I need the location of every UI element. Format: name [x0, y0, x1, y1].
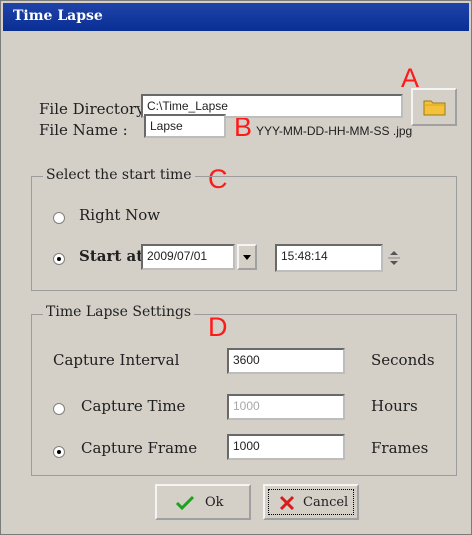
chevron-down-icon — [243, 255, 251, 260]
folder-icon — [423, 100, 446, 116]
time-spinner[interactable] — [385, 244, 403, 272]
spin-up-icon — [388, 251, 400, 265]
capture-interval-label: Capture Interval — [53, 351, 180, 369]
spin-down-icon — [390, 261, 398, 265]
capture-time-label: Capture Time — [81, 397, 186, 415]
capture-frame-label: Capture Frame — [81, 439, 198, 457]
cancel-button[interactable]: Cancel — [263, 484, 359, 520]
file-name-input[interactable]: Lapse — [144, 114, 226, 138]
start-time-input[interactable]: 15:48:14 — [275, 244, 383, 272]
capture-frame-unit: Frames — [371, 439, 429, 457]
x-icon — [279, 495, 295, 511]
ok-button[interactable]: Ok — [155, 484, 251, 520]
start-time-legend: Select the start time — [43, 167, 195, 183]
capture-time-input[interactable]: 1000 — [227, 394, 345, 420]
cancel-label: Cancel — [303, 495, 349, 510]
file-name-format: YYY-MM-DD-HH-MM-SS .jpg — [256, 124, 413, 138]
right-now-label: Right Now — [79, 206, 161, 224]
capture-frame-radio[interactable] — [53, 446, 65, 458]
ok-label: Ok — [205, 495, 224, 510]
title-bar[interactable]: Time Lapse — [3, 3, 469, 31]
start-at-label: Start at — [79, 247, 144, 265]
start-time-group — [31, 176, 457, 291]
settings-legend: Time Lapse Settings — [43, 304, 195, 320]
browse-folder-button[interactable] — [411, 88, 457, 126]
file-directory-label: File Directory — [39, 100, 145, 118]
date-dropdown-button[interactable] — [237, 244, 257, 270]
right-now-radio[interactable] — [53, 212, 65, 224]
start-at-radio[interactable] — [53, 253, 65, 265]
window-title: Time Lapse — [13, 8, 103, 24]
file-name-label: File Name : — [39, 121, 128, 139]
time-lapse-dialog: Time Lapse A B C D File Directory C:\Tim… — [0, 0, 472, 535]
capture-time-unit: Hours — [371, 397, 418, 415]
capture-interval-input[interactable]: 3600 — [227, 348, 345, 374]
capture-time-radio[interactable] — [53, 403, 65, 415]
start-date-input[interactable]: 2009/07/01 — [141, 244, 235, 270]
capture-interval-unit: Seconds — [371, 351, 435, 369]
check-icon — [175, 495, 195, 511]
capture-frame-input[interactable]: 1000 — [227, 434, 345, 460]
